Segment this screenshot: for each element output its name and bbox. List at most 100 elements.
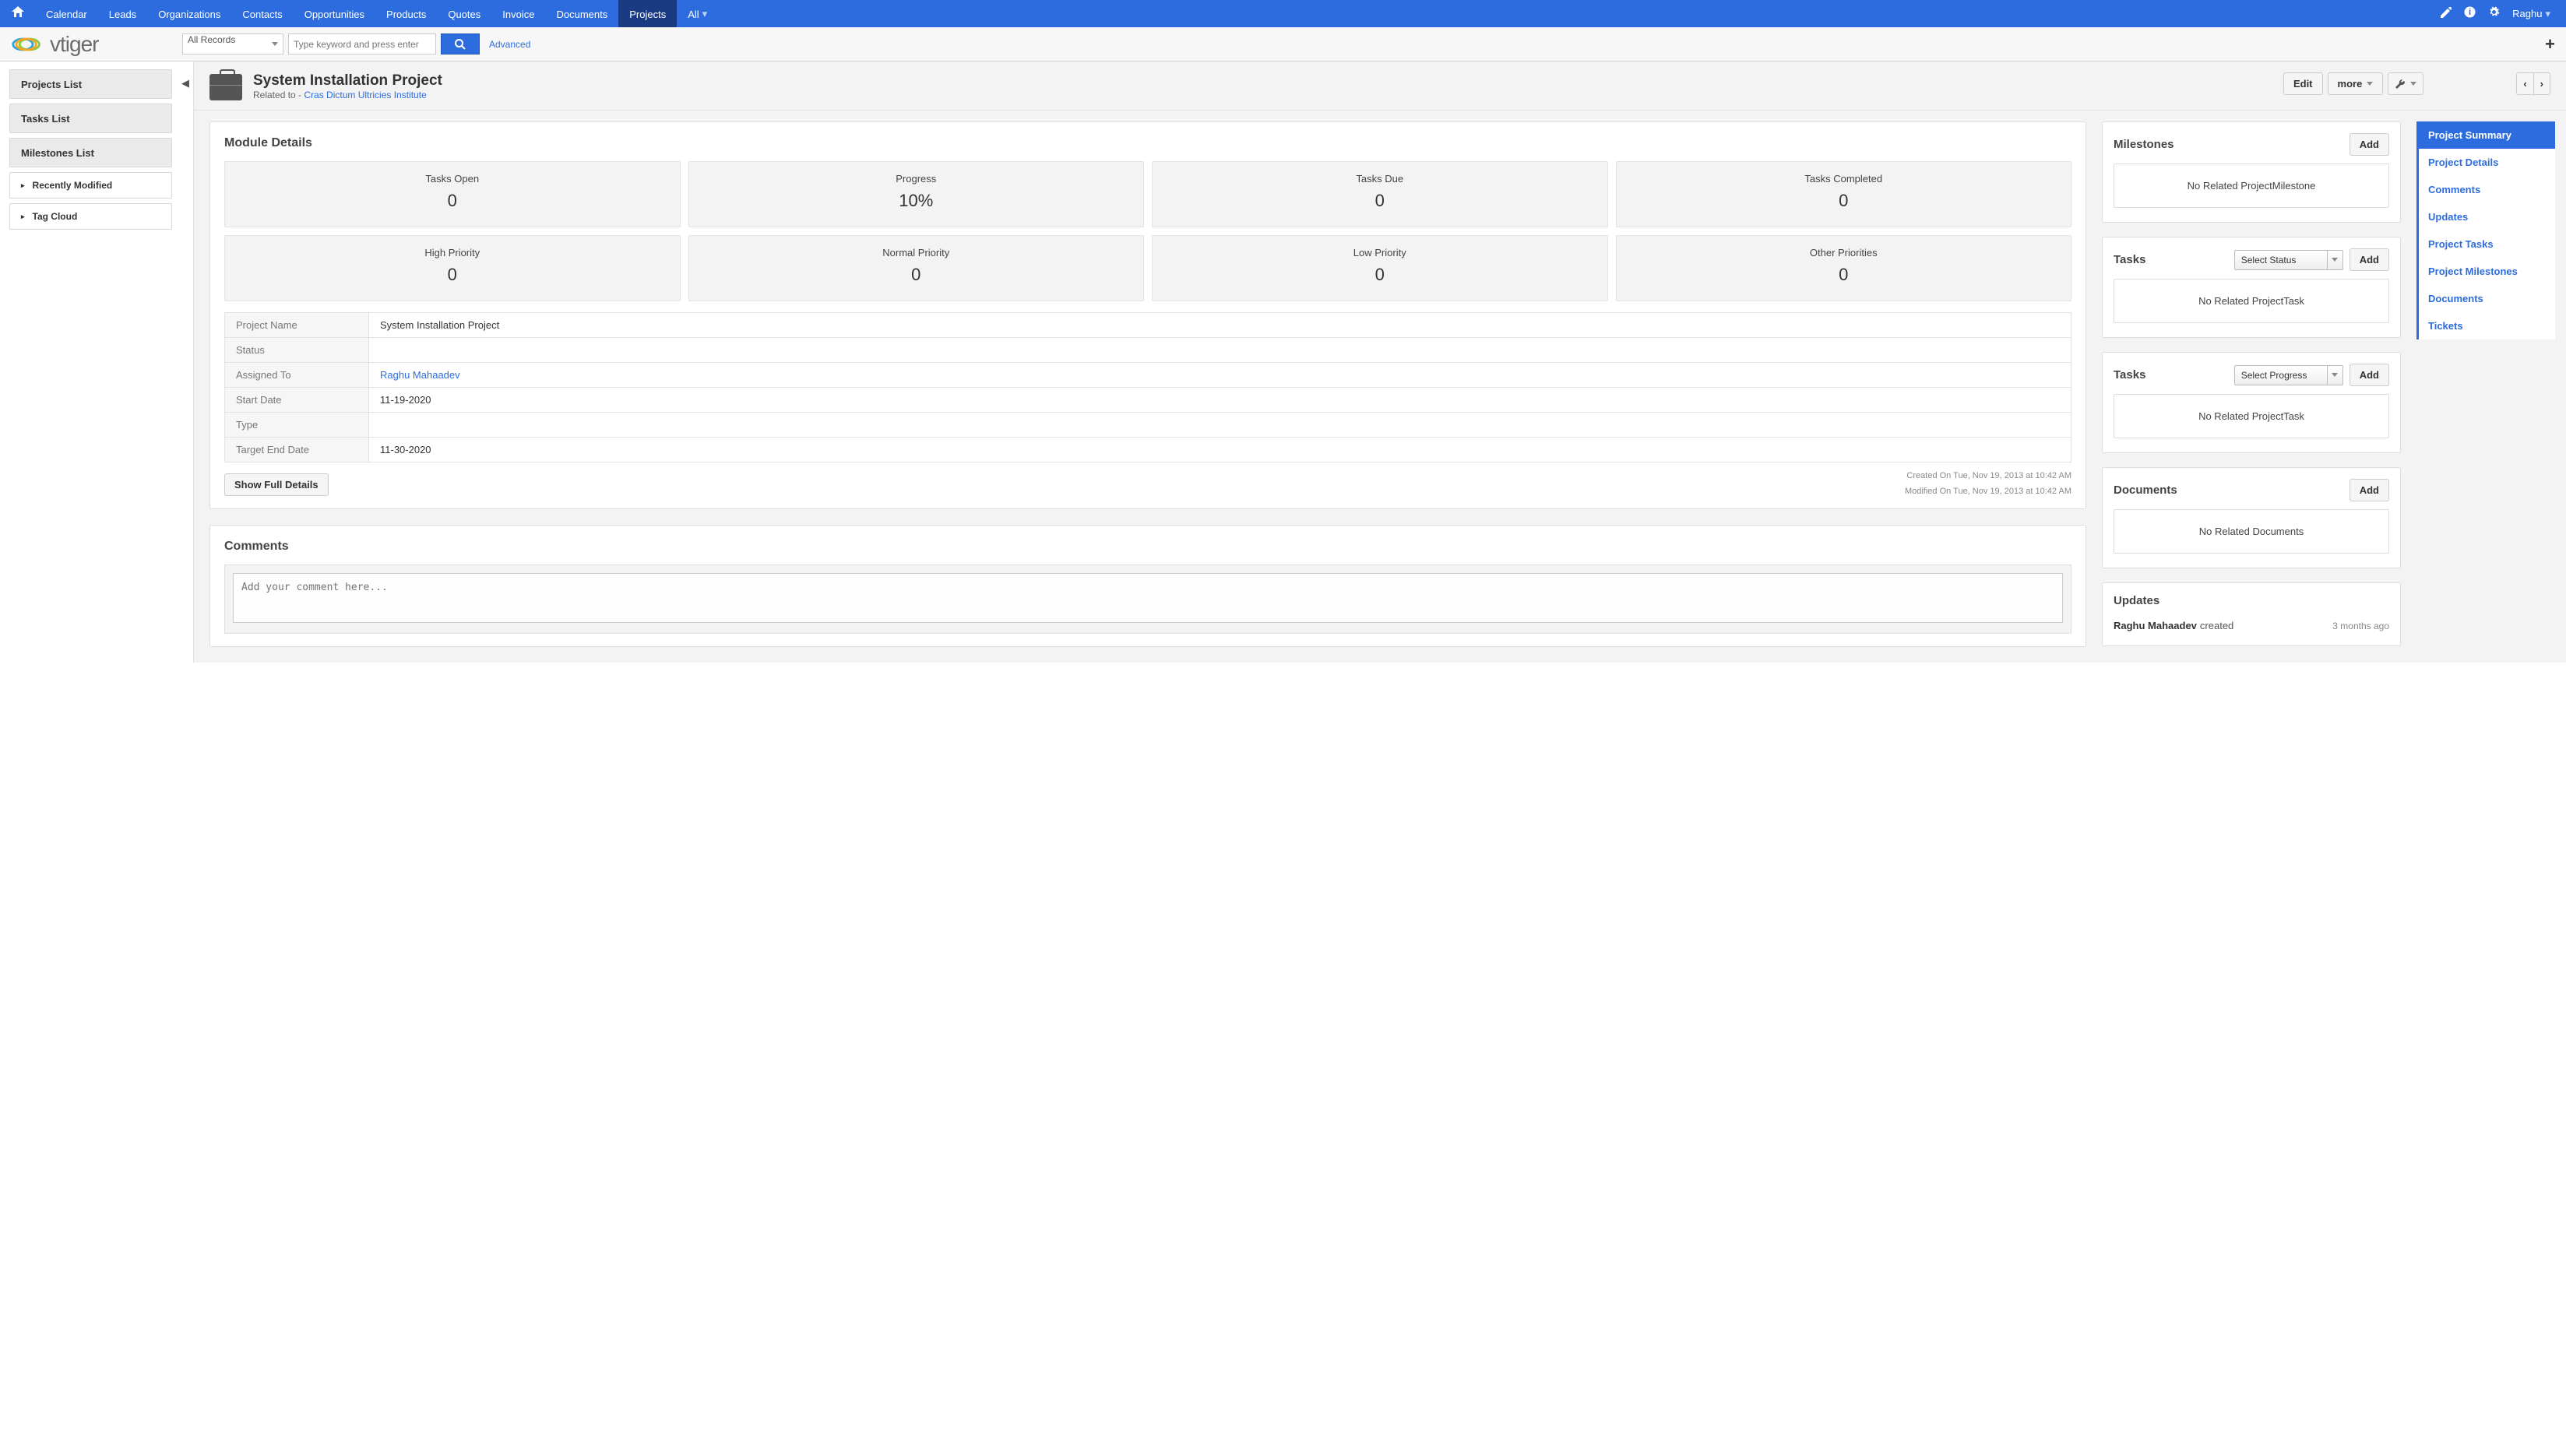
nav-quotes[interactable]: Quotes	[437, 0, 491, 27]
tab-project-tasks[interactable]: Project Tasks	[2419, 230, 2555, 258]
edit-icon[interactable]	[2441, 7, 2452, 21]
record-header: System Installation Project Related to -…	[194, 62, 2566, 111]
quick-create-button[interactable]: +	[2545, 34, 2555, 55]
field-value: 11-19-2020	[369, 388, 2071, 413]
add-task-button[interactable]: Add	[2350, 248, 2389, 271]
wrench-icon	[2395, 79, 2406, 90]
tasks-progress-panel: Tasks Select Progress Add No Related Pro…	[2102, 352, 2401, 453]
milestones-heading: Milestones	[2114, 138, 2174, 151]
update-author: Raghu Mahaadev	[2114, 620, 2197, 631]
tools-button[interactable]	[2388, 72, 2423, 95]
stat-tasks-due: Tasks Due0	[1152, 161, 1608, 227]
stat-normal-priority: Normal Priority0	[688, 235, 1145, 301]
sidebar-item-milestones-list[interactable]: Milestones List	[9, 138, 172, 167]
update-time: 3 months ago	[2332, 621, 2389, 631]
tasks-heading: Tasks	[2114, 368, 2145, 382]
page-title: System Installation Project	[253, 72, 442, 90]
chevron-right-icon: ▸	[21, 181, 25, 190]
more-button[interactable]: more	[2328, 72, 2384, 95]
sidebar-item-tasks-list[interactable]: Tasks List	[9, 104, 172, 133]
tasks-status-panel: Tasks Select Status Add No Related Proje…	[2102, 237, 2401, 338]
tab-project-milestones[interactable]: Project Milestones	[2419, 258, 2555, 285]
detail-table: Project NameSystem Installation Project …	[224, 312, 2071, 462]
advanced-search-link[interactable]: Advanced	[489, 39, 530, 50]
comments-card: Comments	[209, 525, 2086, 647]
next-record-button[interactable]: ›	[2533, 72, 2550, 95]
nav-contacts[interactable]: Contacts	[231, 0, 293, 27]
add-task-button[interactable]: Add	[2350, 364, 2389, 386]
logo: vtiger	[11, 32, 182, 57]
tasks-progress-empty: No Related ProjectTask	[2114, 394, 2389, 438]
user-menu[interactable]: Raghu▾	[2512, 8, 2550, 20]
collapse-sidebar-button[interactable]: ◀	[181, 62, 193, 663]
assigned-to-link[interactable]: Raghu Mahaadev	[380, 369, 460, 381]
created-on-text: Created On Tue, Nov 19, 2013 at 10:42 AM	[224, 469, 2071, 484]
field-label: Type	[225, 413, 369, 438]
field-value: System Installation Project	[369, 313, 2071, 338]
nav-leads[interactable]: Leads	[98, 0, 147, 27]
toolbar: vtiger All Records Advanced +	[0, 27, 2566, 62]
stat-tasks-completed: Tasks Completed0	[1616, 161, 2072, 227]
tab-updates[interactable]: Updates	[2419, 203, 2555, 230]
nav-invoice[interactable]: Invoice	[491, 0, 545, 27]
module-details-card: Module Details Tasks Open0 Progress10% T…	[209, 121, 2086, 509]
gear-icon[interactable]	[2488, 6, 2500, 21]
add-milestone-button[interactable]: Add	[2350, 133, 2389, 156]
show-full-details-button[interactable]: Show Full Details	[224, 473, 329, 496]
search-input[interactable]	[288, 33, 436, 55]
nav-products[interactable]: Products	[375, 0, 437, 27]
nav-calendar[interactable]: Calendar	[35, 0, 98, 27]
tab-documents[interactable]: Documents	[2419, 285, 2555, 312]
nav-all[interactable]: All▾	[677, 0, 718, 27]
stat-low-priority: Low Priority0	[1152, 235, 1608, 301]
comments-heading: Comments	[224, 540, 2071, 554]
nav-opportunities[interactable]: Opportunities	[294, 0, 375, 27]
nav-documents[interactable]: Documents	[545, 0, 618, 27]
related-to-label: Related to -	[253, 90, 304, 100]
documents-empty: No Related Documents	[2114, 509, 2389, 554]
sidebar-recently-modified[interactable]: ▸Recently Modified	[9, 172, 172, 199]
tab-comments[interactable]: Comments	[2419, 176, 2555, 203]
left-sidebar: Projects List Tasks List Milestones List…	[0, 62, 181, 663]
field-value: 11-30-2020	[369, 438, 2071, 462]
milestones-panel: Milestones Add No Related ProjectMilesto…	[2102, 121, 2401, 223]
module-details-heading: Module Details	[224, 136, 2071, 150]
home-icon[interactable]	[0, 6, 35, 21]
documents-heading: Documents	[2114, 484, 2177, 497]
field-value: Raghu Mahaadev	[369, 363, 2071, 388]
updates-heading: Updates	[2114, 594, 2159, 607]
sidebar-tag-cloud[interactable]: ▸Tag Cloud	[9, 203, 172, 230]
modified-on-text: Modified On Tue, Nov 19, 2013 at 10:42 A…	[224, 484, 2071, 500]
add-document-button[interactable]: Add	[2350, 479, 2389, 501]
detail-tabs: Project Summary Project Details Comments…	[2416, 121, 2555, 339]
tab-project-summary[interactable]: Project Summary	[2419, 121, 2555, 149]
chevron-right-icon: ▸	[21, 213, 25, 221]
update-action: created	[2200, 620, 2233, 631]
edit-button[interactable]: Edit	[2283, 72, 2323, 95]
tab-project-details[interactable]: Project Details	[2419, 149, 2555, 176]
field-label: Target End Date	[225, 438, 369, 462]
nav-organizations[interactable]: Organizations	[147, 0, 231, 27]
search-button[interactable]	[441, 33, 480, 55]
comment-input[interactable]	[233, 573, 2063, 623]
stat-tasks-open: Tasks Open0	[224, 161, 681, 227]
tasks-status-empty: No Related ProjectTask	[2114, 279, 2389, 323]
field-label: Project Name	[225, 313, 369, 338]
prev-record-button[interactable]: ‹	[2516, 72, 2533, 95]
top-nav: Calendar Leads Organizations Contacts Op…	[0, 0, 2566, 27]
search-icon	[455, 39, 466, 50]
briefcase-icon	[209, 74, 242, 100]
related-to-link[interactable]: Cras Dictum Ultricies Institute	[304, 90, 426, 100]
task-status-select[interactable]: Select Status	[2234, 250, 2343, 270]
documents-panel: Documents Add No Related Documents	[2102, 467, 2401, 568]
nav-projects[interactable]: Projects	[618, 0, 677, 27]
task-progress-select[interactable]: Select Progress	[2234, 365, 2343, 385]
sidebar-item-projects-list[interactable]: Projects List	[9, 69, 172, 99]
help-icon[interactable]: i	[2464, 6, 2476, 21]
top-menu: Calendar Leads Organizations Contacts Op…	[35, 0, 718, 27]
updates-panel: Updates Raghu Mahaadev created 3 months …	[2102, 582, 2401, 646]
tasks-heading: Tasks	[2114, 253, 2145, 266]
field-label: Status	[225, 338, 369, 363]
tab-tickets[interactable]: Tickets	[2419, 312, 2555, 339]
search-scope-select[interactable]: All Records	[182, 33, 283, 55]
